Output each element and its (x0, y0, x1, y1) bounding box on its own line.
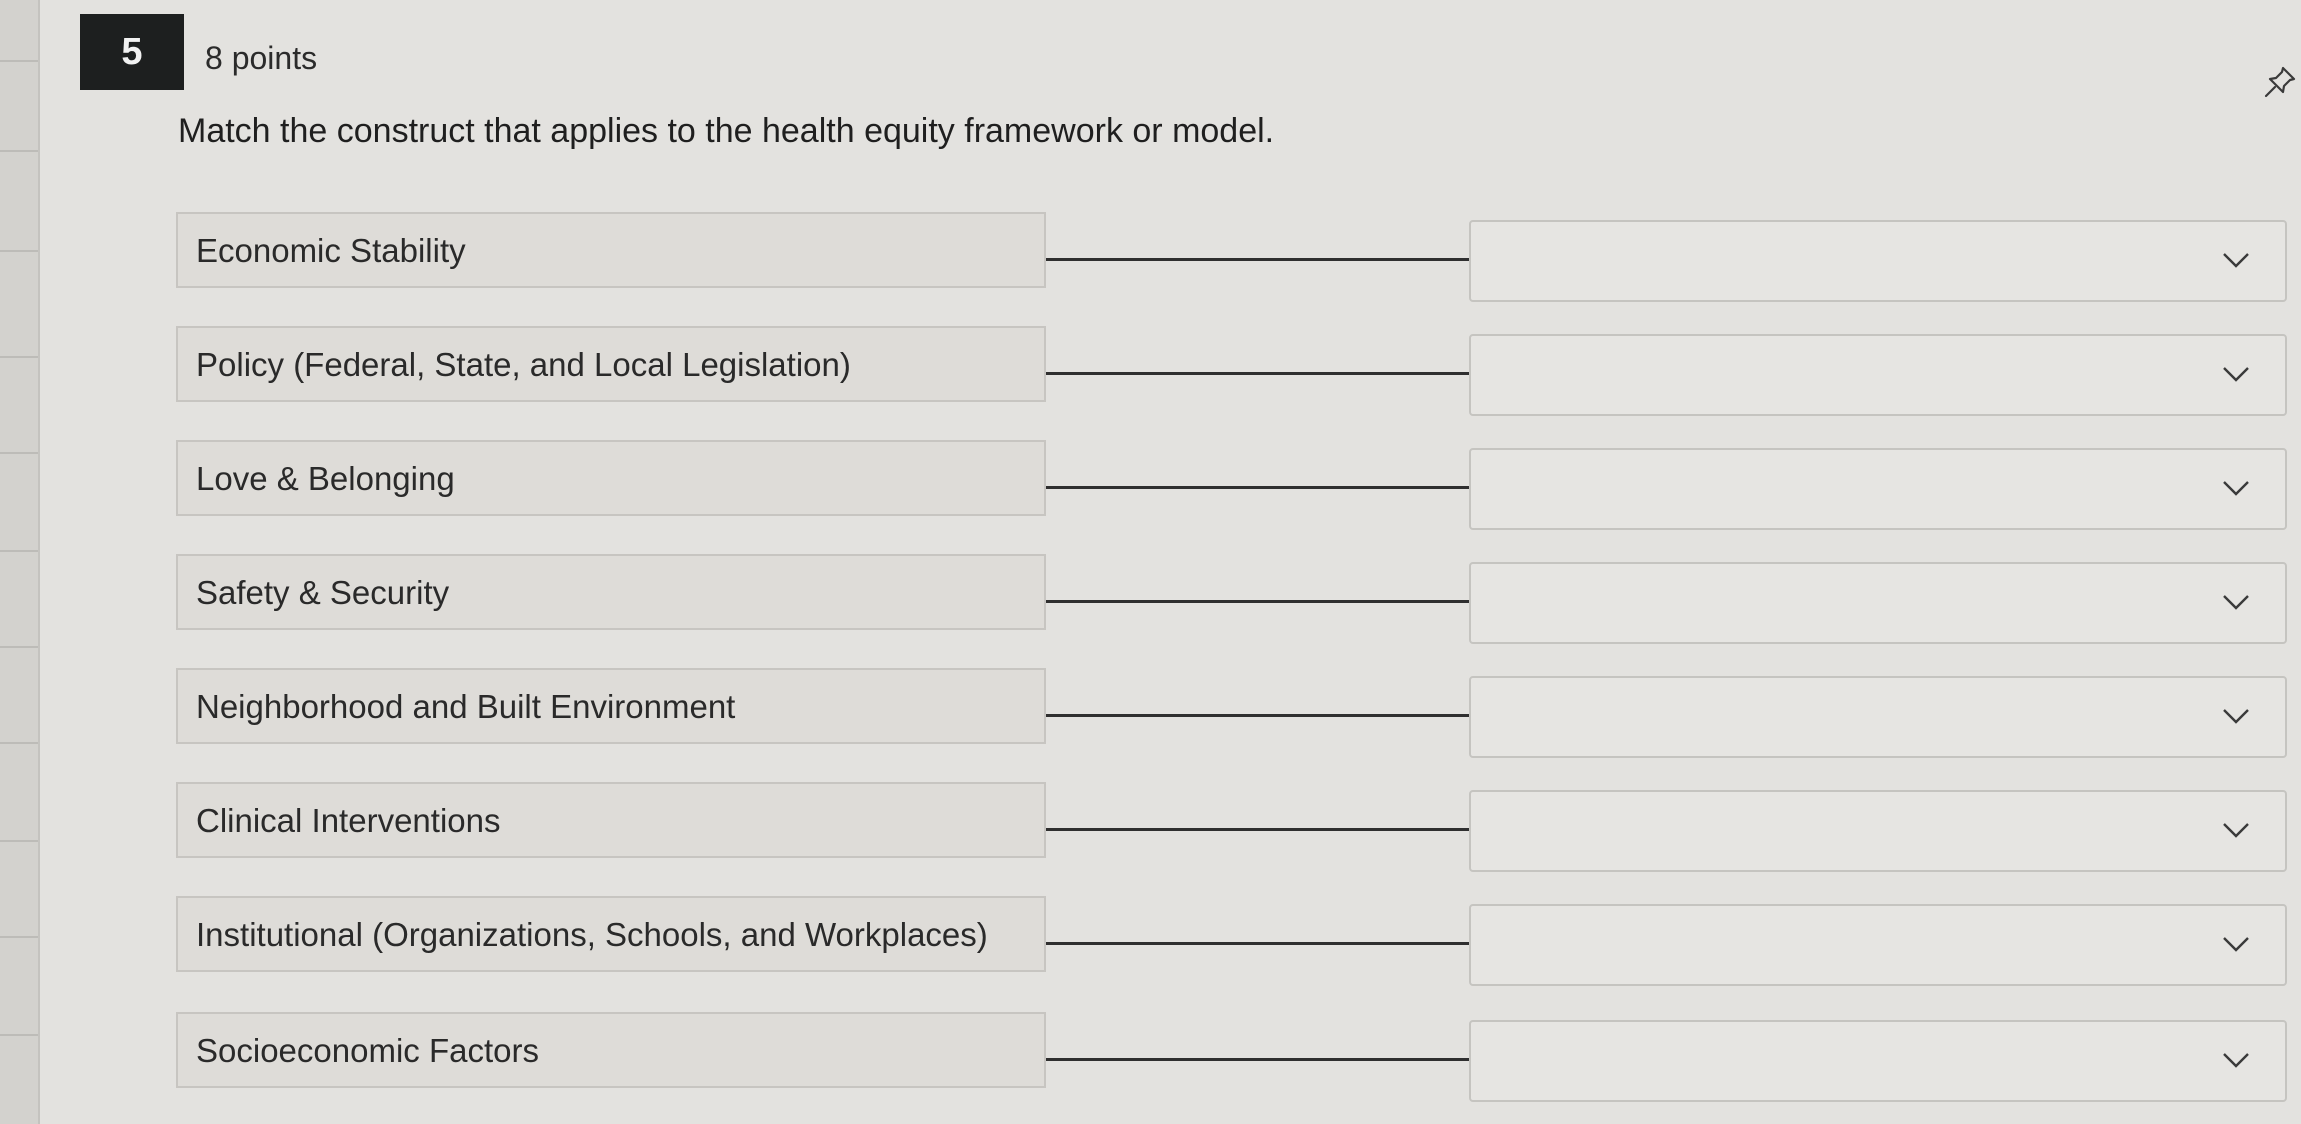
chevron-down-icon (2223, 481, 2249, 496)
chevron-down-icon (2223, 823, 2249, 838)
sidebar-divider (0, 60, 38, 62)
answer-select[interactable] (1469, 790, 2287, 872)
question-prompt: Match the construct that applies to the … (178, 112, 1275, 150)
chevron-down-icon (2223, 367, 2249, 382)
sidebar-divider (0, 250, 38, 252)
pin-icon[interactable] (2262, 64, 2298, 100)
connector-line (1046, 1058, 1469, 1061)
connector-line (1046, 258, 1469, 261)
answer-select[interactable] (1469, 220, 2287, 302)
answer-select[interactable] (1469, 676, 2287, 758)
sidebar-divider (0, 1034, 38, 1036)
match-term: Socioeconomic Factors (176, 1012, 1046, 1088)
answer-select[interactable] (1469, 334, 2287, 416)
match-term: Clinical Interventions (176, 782, 1046, 858)
connector-line (1046, 942, 1469, 945)
sidebar-divider (0, 452, 38, 454)
chevron-down-icon (2223, 709, 2249, 724)
left-sidebar-strip (0, 0, 40, 1124)
match-term: Economic Stability (176, 212, 1046, 288)
answer-select[interactable] (1469, 904, 2287, 986)
answer-select[interactable] (1469, 562, 2287, 644)
answer-select[interactable] (1469, 1020, 2287, 1102)
match-term: Neighborhood and Built Environment (176, 668, 1046, 744)
match-term: Safety & Security (176, 554, 1046, 630)
question-points: 8 points (205, 40, 318, 76)
sidebar-divider (0, 936, 38, 938)
sidebar-divider (0, 840, 38, 842)
connector-line (1046, 714, 1469, 717)
question-number: 5 (80, 14, 184, 90)
sidebar-divider (0, 742, 38, 744)
connector-line (1046, 600, 1469, 603)
connector-line (1046, 828, 1469, 831)
sidebar-divider (0, 646, 38, 648)
match-term: Institutional (Organizations, Schools, a… (176, 896, 1046, 972)
chevron-down-icon (2223, 253, 2249, 268)
answer-select[interactable] (1469, 448, 2287, 530)
match-term: Policy (Federal, State, and Local Legisl… (176, 326, 1046, 402)
connector-line (1046, 372, 1469, 375)
sidebar-divider (0, 550, 38, 552)
sidebar-divider (0, 356, 38, 358)
connector-line (1046, 486, 1469, 489)
sidebar-divider (0, 150, 38, 152)
match-term: Love & Belonging (176, 440, 1046, 516)
chevron-down-icon (2223, 1053, 2249, 1068)
chevron-down-icon (2223, 937, 2249, 952)
chevron-down-icon (2223, 595, 2249, 610)
